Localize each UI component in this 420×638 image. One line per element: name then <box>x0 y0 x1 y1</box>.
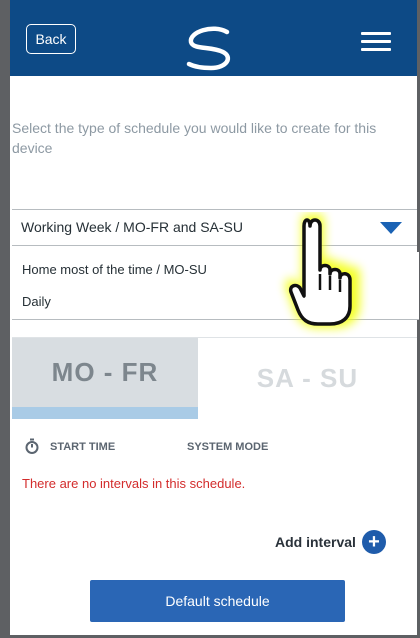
frame-edge-left <box>0 0 10 638</box>
instructions-text: Select the type of schedule you would li… <box>12 120 377 156</box>
dropdown-option-daily[interactable]: Daily <box>22 294 51 309</box>
plus-icon[interactable]: + <box>361 530 386 554</box>
add-interval-button[interactable]: Add interval + <box>275 530 386 554</box>
empty-intervals-message: There are no intervals in this schedule. <box>22 476 246 491</box>
back-button[interactable]: Back <box>26 24 76 54</box>
app-frame: Back Select the type of schedule you wou… <box>0 0 420 638</box>
schedule-type-selected: Working Week / MO-FR and SA-SU <box>21 219 243 235</box>
hand-pointer-icon <box>285 213 360 328</box>
day-tabs: MO - FR SA - SU <box>12 337 417 420</box>
app-header: Back <box>10 0 417 76</box>
tab-sa-su[interactable]: SA - SU <box>198 338 417 419</box>
stopwatch-icon <box>25 438 39 454</box>
caret-down-icon[interactable] <box>380 222 402 234</box>
start-time-header: START TIME <box>50 441 116 453</box>
menu-icon[interactable] <box>361 32 391 52</box>
default-schedule-button[interactable]: Default schedule <box>90 580 345 622</box>
logo-icon <box>186 26 231 71</box>
system-mode-header: SYSTEM MODE <box>187 441 269 453</box>
add-interval-label: Add interval <box>275 534 356 550</box>
tab-mo-fr[interactable]: MO - FR <box>12 338 198 419</box>
dropdown-option-home[interactable]: Home most of the time / MO-SU <box>22 262 207 277</box>
